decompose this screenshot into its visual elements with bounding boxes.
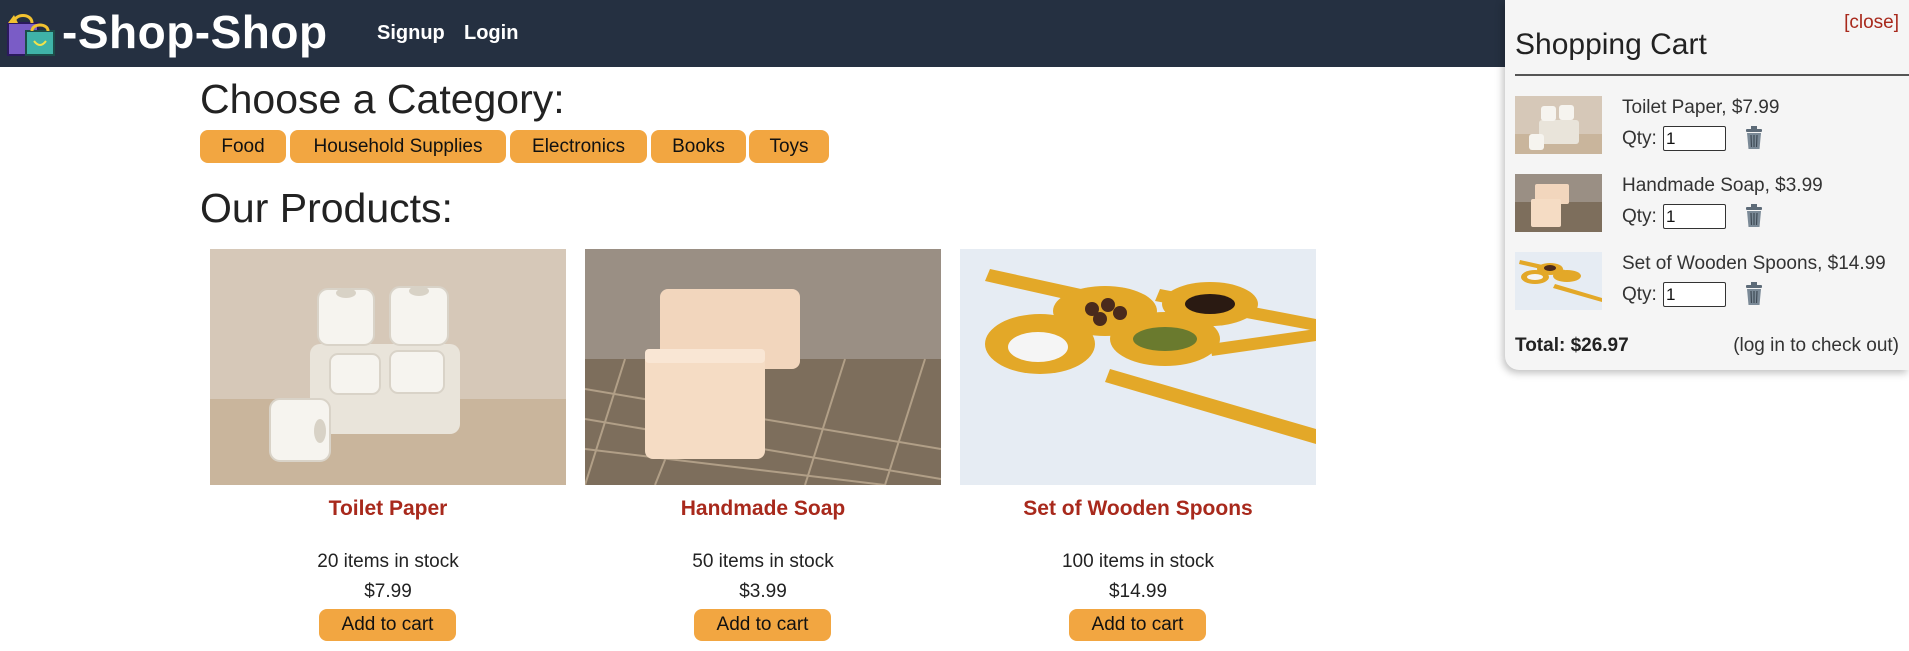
- trash-icon[interactable]: [1743, 126, 1765, 150]
- wooden-spoons-image[interactable]: [960, 249, 1316, 485]
- signup-link[interactable]: Signup: [377, 20, 445, 46]
- cart-item: Set of Wooden Spoons, $14.99 Qty:: [1515, 252, 1909, 312]
- cart-item-name-price: Handmade Soap, $3.99: [1622, 175, 1823, 196]
- add-to-cart-button[interactable]: Add to cart: [319, 609, 456, 641]
- add-to-cart-button[interactable]: Add to cart: [1069, 609, 1206, 641]
- brand-name[interactable]: -Shop-Shop: [62, 4, 328, 60]
- cart-item-thumbnail: [1515, 252, 1602, 310]
- handmade-soap-image[interactable]: [585, 249, 941, 485]
- category-household-supplies-button[interactable]: Household Supplies: [290, 130, 506, 163]
- products-heading: Our Products:: [200, 185, 453, 231]
- product-stock: 20 items in stock: [317, 551, 459, 572]
- quantity-input[interactable]: [1663, 126, 1726, 151]
- cart-total: Total: $26.97: [1515, 335, 1629, 356]
- add-to-cart-button[interactable]: Add to cart: [694, 609, 831, 641]
- product-price: $14.99: [1108, 581, 1168, 602]
- cart-item-thumbnail: [1515, 174, 1602, 232]
- trash-icon[interactable]: [1743, 282, 1765, 306]
- trash-icon[interactable]: [1743, 204, 1765, 228]
- quantity-input[interactable]: [1663, 282, 1726, 307]
- cart-item-name-price: Toilet Paper, $7.99: [1622, 97, 1780, 118]
- category-heading: Choose a Category:: [200, 76, 565, 122]
- toilet-paper-image[interactable]: [210, 249, 566, 485]
- category-food-button[interactable]: Food: [200, 130, 286, 163]
- cart-title: Shopping Cart: [1515, 28, 1707, 61]
- login-link[interactable]: Login: [464, 20, 518, 46]
- cart-close-link[interactable]: [close]: [1844, 12, 1899, 34]
- cart-item: Handmade Soap, $3.99 Qty:: [1515, 174, 1909, 234]
- quantity-input[interactable]: [1663, 204, 1726, 229]
- product-price: $3.99: [739, 581, 787, 602]
- shopping-bag-logo-icon[interactable]: [4, 9, 56, 56]
- product-card: Toilet Paper 20 items in stock $7.99 Add…: [210, 249, 566, 649]
- category-books-button[interactable]: Books: [651, 130, 746, 163]
- shopping-cart-panel: [close] Shopping Cart Toilet Paper, $7.9…: [1505, 0, 1909, 370]
- category-electronics-button[interactable]: Electronics: [510, 130, 647, 163]
- product-price: $7.99: [364, 581, 412, 602]
- product-stock: 50 items in stock: [692, 551, 834, 572]
- product-card: Handmade Soap 50 items in stock $3.99 Ad…: [585, 249, 941, 649]
- product-name-link[interactable]: Toilet Paper: [210, 497, 566, 521]
- qty-label: Qty:: [1622, 206, 1657, 227]
- checkout-note: (log in to check out): [1733, 335, 1899, 356]
- cart-item-name-price: Set of Wooden Spoons, $14.99: [1622, 253, 1886, 274]
- cart-item: Toilet Paper, $7.99 Qty:: [1515, 96, 1909, 156]
- product-name-link[interactable]: Set of Wooden Spoons: [960, 497, 1316, 521]
- qty-label: Qty:: [1622, 284, 1657, 305]
- product-name-link[interactable]: Handmade Soap: [585, 497, 941, 521]
- cart-item-thumbnail: [1515, 96, 1602, 154]
- category-toys-button[interactable]: Toys: [749, 130, 829, 163]
- cart-divider: [1515, 74, 1909, 76]
- qty-label: Qty:: [1622, 128, 1657, 149]
- product-card: Set of Wooden Spoons 100 items in stock …: [960, 249, 1316, 649]
- product-stock: 100 items in stock: [1061, 551, 1215, 572]
